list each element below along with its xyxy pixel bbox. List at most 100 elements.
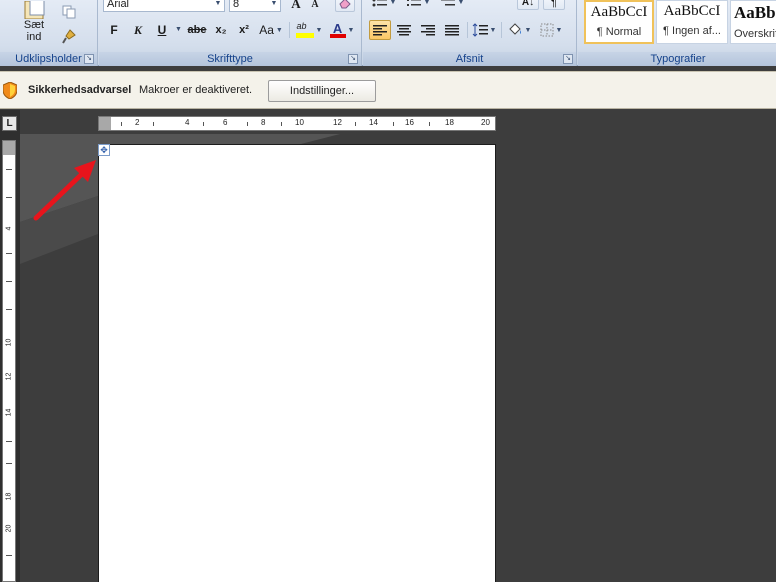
underline-button[interactable]: U (153, 20, 171, 40)
chevron-down-icon: ▼ (524, 26, 532, 34)
multilevel-list-button[interactable]: ▼ (437, 0, 467, 10)
style-sample: AaBbCcI (663, 3, 721, 19)
eraser-icon (339, 0, 351, 9)
options-button[interactable]: Indstillinger... (268, 80, 376, 102)
styles-group-label: Typografier (578, 52, 776, 66)
vertical-ruler[interactable]: 4 10 12 14 18 20 (2, 140, 16, 582)
clipboard-group-label: Udklipsholder (0, 52, 97, 66)
ruler-tick (6, 441, 12, 442)
chevron-down-icon: ▼ (175, 26, 182, 33)
ruler-tick (6, 309, 12, 310)
font-launcher[interactable]: ↘ (348, 54, 358, 64)
ruler-tick (429, 122, 430, 126)
sort-button[interactable]: A↓ (517, 0, 539, 10)
style-heading[interactable]: AaBb Overskrift (730, 0, 776, 44)
ruler-tick (393, 122, 394, 126)
font-name-combo[interactable]: Arial ▼ (103, 0, 225, 12)
align-left-icon (373, 25, 387, 36)
ruler-label: 12 (5, 372, 13, 381)
line-spacing-button[interactable]: ▼ (470, 20, 498, 40)
ruler-tick (6, 555, 12, 556)
chevron-down-icon: ▼ (270, 0, 278, 7)
font-color-swatch (329, 34, 346, 38)
ruler-tick (6, 281, 12, 282)
font-group: Arial ▼ 8 ▼ A A F K U ▼ abe x₂ x² Aa ▼ a… (99, 0, 362, 66)
strikethrough-button[interactable]: abe (185, 20, 209, 40)
separator (289, 22, 290, 38)
format-painter-button[interactable] (60, 28, 78, 46)
line-spacing-icon (472, 23, 488, 37)
ruler-tick (281, 122, 282, 126)
ruler-label: 10 (295, 118, 304, 127)
style-name: ¶ Ingen af... (663, 25, 721, 37)
grow-font-button[interactable]: A (287, 0, 305, 12)
chevron-down-icon: ▼ (347, 26, 355, 34)
tab-selector-button[interactable]: L (2, 116, 17, 131)
clipboard-launcher[interactable]: ↘ (84, 54, 94, 64)
chevron-down-icon: ▼ (555, 26, 563, 34)
change-case-button[interactable]: Aa ▼ (259, 20, 283, 40)
ruler-tick (153, 122, 154, 126)
ruler-label: 8 (261, 118, 266, 127)
document-page[interactable] (98, 144, 496, 582)
paragraph-launcher[interactable]: ↘ (563, 54, 573, 64)
ruler-label: 14 (5, 408, 13, 417)
style-no-spacing[interactable]: AaBbCcI ¶ Ingen af... (656, 0, 728, 44)
format-painter-icon (62, 29, 76, 44)
highlighter-icon: ab (295, 21, 314, 39)
ruler-tick (6, 253, 12, 254)
paste-button[interactable]: Sæt ind (14, 0, 54, 46)
borders-icon (540, 23, 554, 37)
italic-button[interactable]: K (129, 20, 147, 40)
align-right-button[interactable] (417, 20, 439, 40)
horizontal-ruler-margin (99, 117, 111, 130)
font-size-combo[interactable]: 8 ▼ (229, 0, 281, 12)
horizontal-ruler[interactable]: 2 4 6 8 10 12 14 16 18 20 (98, 116, 496, 131)
ruler-label: 4 (5, 226, 13, 231)
paste-label-line2: ind (26, 31, 42, 43)
font-name-value: Arial (107, 0, 130, 10)
paragraph-group: ▼ ▼ ▼ A↓ ¶ ▼ ▼ ▼ Afsnit ↘ (363, 0, 577, 66)
style-normal[interactable]: AaBbCcI ¶ Normal (584, 0, 654, 44)
copy-button[interactable] (60, 4, 78, 20)
align-center-button[interactable] (393, 20, 415, 40)
borders-button[interactable]: ▼ (536, 20, 566, 40)
security-warning-title: Sikkerhedsadvarsel (28, 84, 132, 96)
font-size-value: 8 (233, 0, 240, 10)
clear-formatting-button[interactable] (335, 0, 355, 12)
bold-button[interactable]: F (105, 20, 123, 40)
shield-icon (3, 82, 17, 99)
ruler-label: 18 (5, 492, 13, 501)
separator (467, 22, 468, 38)
justify-button[interactable] (441, 20, 463, 40)
shrink-font-button[interactable]: A (307, 0, 323, 12)
font-color-button[interactable]: A ▼ (327, 19, 357, 41)
style-sample: AaBbCcI (590, 4, 648, 20)
chevron-down-icon: ▼ (214, 0, 222, 7)
separator (501, 22, 502, 38)
bullets-button[interactable]: ▼ (369, 0, 399, 10)
show-formatting-button[interactable]: ¶ (543, 0, 565, 10)
ruler-label: 10 (5, 338, 13, 347)
style-sample: AaBb (734, 3, 776, 22)
chevron-down-icon: ▼ (457, 0, 465, 6)
font-color-icon: A (329, 21, 346, 39)
subscript-button[interactable]: x₂ (211, 20, 231, 40)
shading-button[interactable]: ▼ (504, 20, 534, 40)
highlight-button[interactable]: ab ▼ (292, 19, 326, 41)
vertical-ruler-margin (3, 141, 15, 155)
superscript-button[interactable]: x² (234, 20, 254, 40)
ruler-tick (6, 169, 12, 170)
numbering-button[interactable]: ▼ (403, 0, 433, 10)
style-name: ¶ Normal (596, 26, 642, 38)
ruler-tick (203, 122, 204, 126)
align-left-button[interactable] (369, 20, 391, 40)
chevron-down-icon: ▼ (315, 26, 323, 34)
ruler-label: 2 (135, 118, 140, 127)
ruler-label: 14 (369, 118, 378, 127)
ruler-label: 20 (481, 118, 490, 127)
copy-icon (62, 5, 76, 19)
chevron-down-icon: ▼ (489, 26, 497, 34)
styles-group: AaBbCcI ¶ Normal AaBbCcI ¶ Ingen af... A… (578, 0, 776, 66)
ruler-label: 16 (405, 118, 414, 127)
